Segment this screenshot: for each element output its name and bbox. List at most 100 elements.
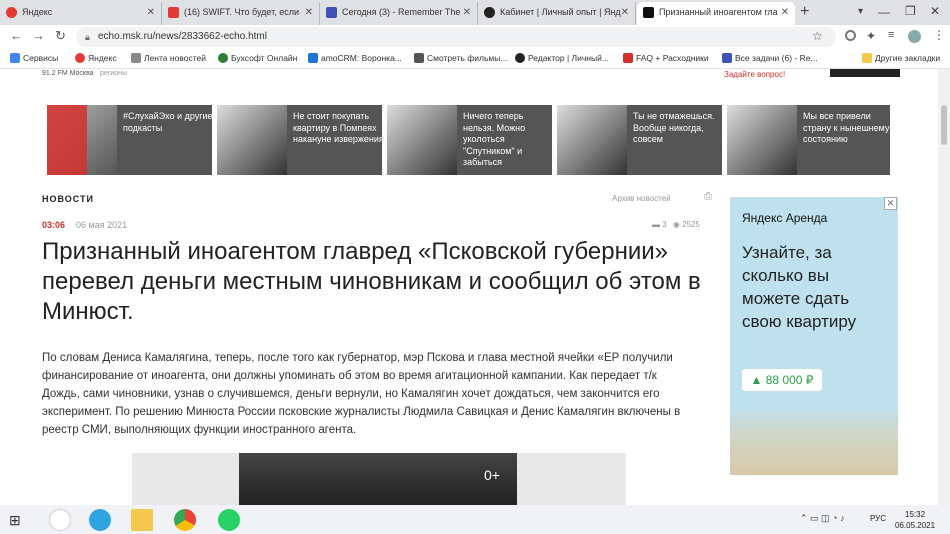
- archive-link[interactable]: Архив новостей: [612, 194, 671, 203]
- avatar[interactable]: [908, 30, 921, 43]
- card-image: [727, 105, 797, 175]
- header-button[interactable]: [830, 69, 900, 77]
- lock-icon[interactable]: 🔒︎: [85, 32, 90, 43]
- bookmark-item[interactable]: Бухсофт Онлайн: [218, 53, 297, 63]
- print-icon[interactable]: ⎙: [704, 191, 712, 202]
- echo-favicon-icon: [643, 7, 654, 18]
- puzzle-icon[interactable]: ✦: [866, 29, 876, 43]
- article-date: 06 мая 2021: [76, 220, 128, 230]
- ad-banner[interactable]: Яндекс Аренда Узнайте, за сколько вы мож…: [730, 197, 898, 475]
- browser-toolbar: ← → ↻ 🔒︎ echo.msk.ru/news/2833662-echo.h…: [0, 25, 950, 49]
- other-bookmarks[interactable]: Другие закладки: [862, 53, 940, 63]
- yandex-browser-icon[interactable]: [49, 509, 71, 531]
- back-icon[interactable]: ←: [10, 28, 23, 43]
- tab-bar: Яндекс ✕ (16) SWIFT. Что будет, если ✕ С…: [0, 0, 950, 25]
- comment-count[interactable]: 3: [662, 220, 666, 229]
- reading-list-icon[interactable]: ≡: [888, 29, 894, 41]
- promo-card[interactable]: Ты не отмажешься. Вообще никогда, совсем: [557, 105, 722, 175]
- bookmark-label: Сервисы: [23, 53, 59, 63]
- scrollbar-thumb[interactable]: [941, 105, 947, 145]
- promo-card[interactable]: #СлухайЭхо и другие подкасты: [47, 105, 212, 175]
- bookmark-star-icon[interactable]: ☆: [812, 29, 823, 43]
- menu-icon[interactable]: ⋮: [933, 28, 945, 42]
- language-indicator[interactable]: РУС: [870, 514, 886, 523]
- clock-date: 06.05.2021: [895, 521, 936, 530]
- article-stats: ▬ 3 ◉ 2525: [652, 220, 700, 229]
- close-tab-icon[interactable]: ✕: [147, 2, 155, 23]
- ad-text: Узнайте, за сколько вы можете сдать свою…: [742, 243, 857, 331]
- article-body: По словам Дениса Камалягина, теперь, пос…: [42, 352, 681, 436]
- tab-title: Сегодня (3) - Remember The: [342, 7, 461, 17]
- ad-image: [730, 407, 898, 475]
- ad-price[interactable]: ▲ 88 000 ₽: [742, 369, 822, 391]
- bookmark-label: FAQ + Расходники: [636, 53, 709, 63]
- maximize-icon[interactable]: ❐: [905, 4, 916, 18]
- telegram-icon[interactable]: [89, 509, 111, 531]
- page-content: 91.2 FM Москва регионы Задайте вопрос! #…: [0, 69, 938, 505]
- card-image: [217, 105, 287, 175]
- bookmark-label: Яндекс: [88, 53, 117, 63]
- file-explorer-icon[interactable]: [131, 509, 153, 531]
- tab-title: Признанный иноагентом гла: [659, 7, 778, 17]
- browser-tab-1[interactable]: Яндекс ✕: [0, 2, 162, 25]
- close-tab-icon[interactable]: ✕: [305, 2, 313, 23]
- buhsoft-icon: [218, 53, 228, 63]
- article-time: 03:06: [42, 220, 66, 230]
- tab-title: Яндекс: [22, 7, 53, 17]
- promo-card[interactable]: Ничего теперь нельзя. Можно уколоться "С…: [387, 105, 552, 175]
- tab-search-icon[interactable]: ▾: [858, 6, 863, 17]
- tray-icons[interactable]: ⌃ ▭ ◫ ◔ ♪: [800, 513, 845, 524]
- promo-card[interactable]: Не стоит покупать квартиру в Помпеях нак…: [217, 105, 382, 175]
- bookmark-label: Бухсофт Онлайн: [231, 53, 298, 63]
- folder-icon: [131, 53, 141, 63]
- reload-icon[interactable]: ↻: [55, 28, 66, 44]
- bookmark-item[interactable]: Сервисы: [10, 53, 58, 63]
- card-caption: #СлухайЭхо и другие подкасты: [123, 111, 212, 133]
- extension-icon[interactable]: [845, 30, 856, 41]
- close-tab-icon[interactable]: ✕: [463, 2, 471, 23]
- section-label[interactable]: НОВОСТИ: [42, 194, 94, 204]
- new-tab-button[interactable]: +: [800, 3, 809, 21]
- bookmark-label: amoCRM: Воронка...: [321, 53, 402, 63]
- article-photo[interactable]: [239, 453, 517, 505]
- chrome-icon[interactable]: [174, 509, 196, 531]
- close-window-icon[interactable]: ✕: [930, 4, 940, 18]
- folder-icon: [862, 53, 872, 63]
- yandex-zen-favicon-icon: [484, 7, 495, 18]
- views-count: 2525: [682, 220, 700, 229]
- browser-tab-2[interactable]: (16) SWIFT. Что будет, если ✕: [162, 2, 320, 25]
- bookmark-item[interactable]: Все задачи (6) - Re...: [722, 53, 818, 63]
- regions-link[interactable]: регионы: [100, 70, 127, 77]
- tab-title: Кабинет | Личный опыт | Янд: [500, 7, 621, 17]
- bookmark-label: Все задачи (6) - Re...: [735, 53, 818, 63]
- url-text[interactable]: echo.msk.ru/news/2833662-echo.html: [98, 31, 267, 42]
- views-icon: ◉: [672, 220, 680, 229]
- bookmark-item[interactable]: Смотреть фильмы...: [414, 53, 507, 63]
- yandex-favicon-icon: [6, 7, 17, 18]
- taskbar: ⊞ ⌃ ▭ ◫ ◔ ♪ РУС 15:32 06.05.2021: [0, 505, 950, 534]
- whatsapp-icon[interactable]: [218, 509, 240, 531]
- bookmark-item[interactable]: Яндекс: [75, 53, 117, 63]
- close-tab-icon[interactable]: ✕: [621, 2, 629, 23]
- promo-card[interactable]: Мы все привели страну к нынешнему состоя…: [727, 105, 890, 175]
- browser-tab-active[interactable]: Признанный иноагентом гла ✕: [637, 2, 795, 25]
- minimize-icon[interactable]: —: [878, 5, 890, 19]
- bookmark-item[interactable]: amoCRM: Воронка...: [308, 53, 402, 63]
- ask-question-link[interactable]: Задайте вопрос!: [724, 70, 785, 79]
- clock[interactable]: 15:32 06.05.2021: [895, 509, 935, 531]
- ad-close-icon[interactable]: ✕: [884, 197, 897, 210]
- card-image: [557, 105, 627, 175]
- rtm-favicon-icon: [326, 7, 337, 18]
- bookmark-item[interactable]: Редактор | Личный...: [515, 53, 609, 63]
- card-image: [387, 105, 457, 175]
- windows-start-icon[interactable]: ⊞: [9, 512, 21, 529]
- bookmark-item[interactable]: Лента новостей: [131, 53, 206, 63]
- browser-tab-4[interactable]: Кабинет | Личный опыт | Янд ✕: [478, 2, 636, 25]
- close-tab-icon[interactable]: ✕: [781, 2, 789, 23]
- forward-icon[interactable]: →: [32, 28, 45, 43]
- browser-tab-3[interactable]: Сегодня (3) - Remember The ✕: [320, 2, 478, 25]
- bookmark-label: Редактор | Личный...: [528, 53, 609, 63]
- bookmark-item[interactable]: FAQ + Расходники: [623, 53, 709, 63]
- comment-icon[interactable]: ▬: [652, 220, 660, 229]
- amocrm-icon: [308, 53, 318, 63]
